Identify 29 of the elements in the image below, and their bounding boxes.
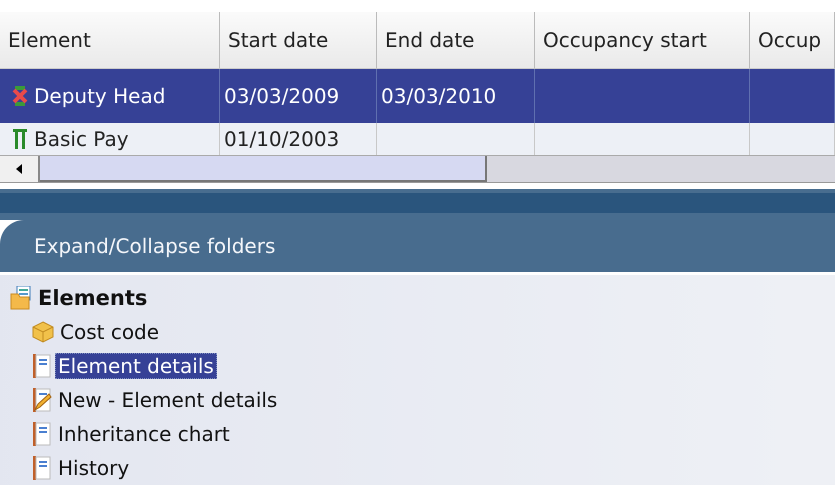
cell-text: 03/03/2010: [381, 84, 496, 108]
tree-item[interactable]: Element details: [55, 353, 217, 380]
tree-item[interactable]: Inheritance chart: [55, 421, 233, 448]
left-arrow-icon: [16, 164, 22, 174]
folder-document-icon: [10, 286, 32, 310]
column-header[interactable]: Occupancy start: [535, 12, 750, 69]
scroll-left-button[interactable]: [0, 156, 40, 182]
document-icon: [32, 354, 52, 378]
tree-item[interactable]: Elements: [35, 285, 150, 312]
document-pencil-icon: [32, 388, 52, 412]
column-header[interactable]: End date: [377, 12, 535, 69]
cell-text: 01/10/2003: [224, 126, 340, 151]
scrollbar-thumb[interactable]: [40, 156, 487, 182]
column-header[interactable]: Occup: [750, 12, 835, 69]
horizontal-scrollbar[interactable]: [0, 154, 835, 184]
tree-item[interactable]: Cost code: [57, 319, 162, 346]
document-icon: [32, 422, 52, 446]
tree-item[interactable]: History: [55, 455, 132, 482]
cross-icon: [12, 86, 28, 106]
column-header[interactable]: Start date: [220, 12, 377, 69]
pillars-icon: [12, 128, 28, 149]
cell-text: 03/03/2009: [224, 84, 340, 108]
panel-title[interactable]: Expand/Collapse folders: [34, 234, 276, 258]
column-header[interactable]: Element: [0, 12, 220, 69]
document-icon: [32, 456, 52, 480]
cell-text: Basic Pay: [34, 126, 129, 151]
cell-text: Deputy Head: [34, 84, 166, 108]
package-icon: [32, 321, 54, 344]
tree-item[interactable]: New - Element details: [55, 387, 280, 414]
